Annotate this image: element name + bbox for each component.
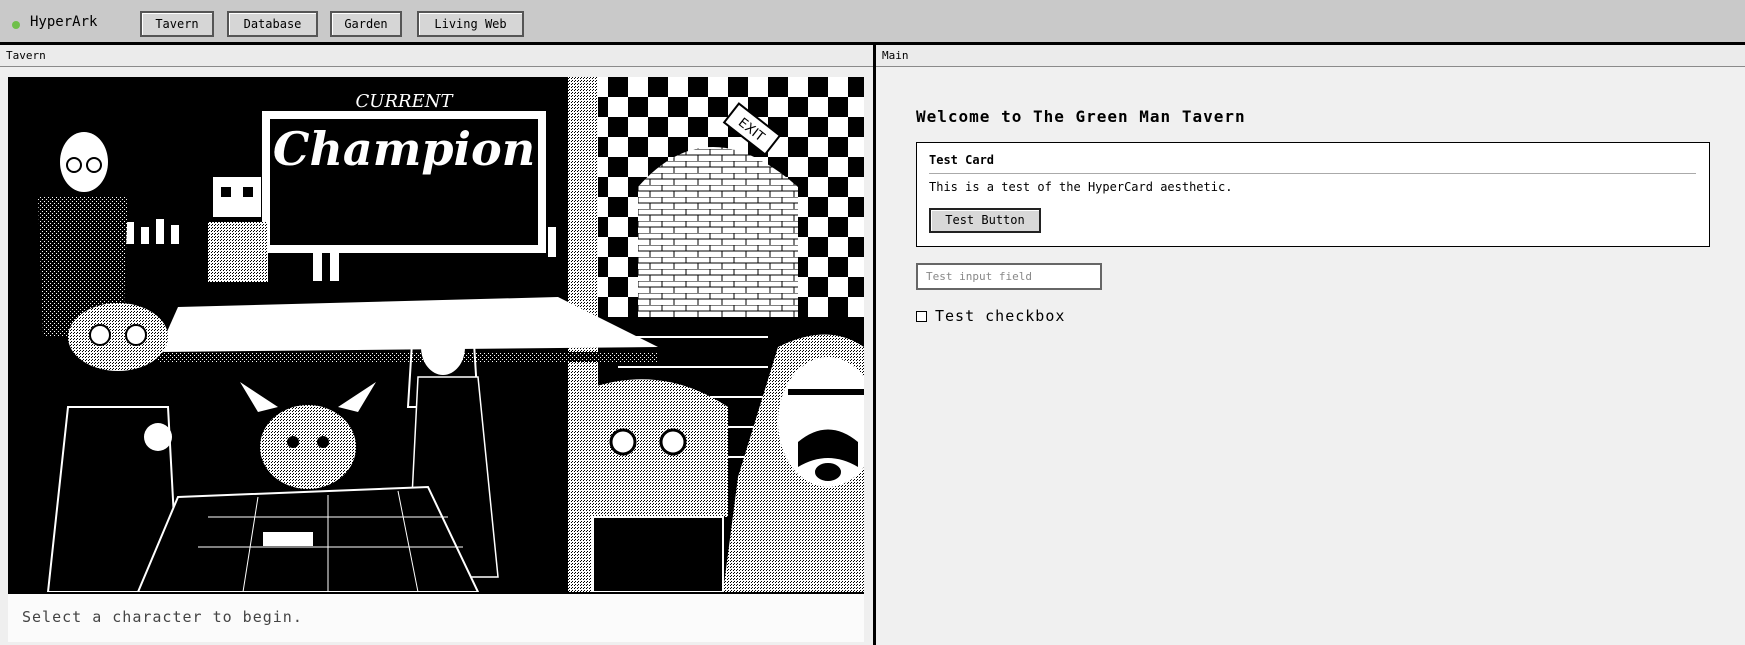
sign-main-text: Champion — [273, 122, 535, 176]
test-checkbox-row[interactable]: Test checkbox — [916, 307, 1065, 325]
tavern-scene-image[interactable]: EXIT CURRENT Champion — [8, 77, 864, 594]
test-card: Test Card This is a test of the HyperCar… — [916, 142, 1710, 247]
test-button[interactable]: Test Button — [929, 208, 1041, 233]
tavern-status-text: Select a character to begin. — [8, 594, 864, 642]
champion-sign: CURRENT Champion — [262, 91, 546, 253]
top-toolbar: HyperArk Tavern Database Garden Living W… — [0, 0, 1745, 45]
welcome-heading: Welcome to The Green Man Tavern — [916, 107, 1246, 126]
robot-figure — [208, 177, 268, 282]
nav-tavern-button[interactable]: Tavern — [140, 11, 214, 37]
card-text: This is a test of the HyperCard aestheti… — [929, 180, 1233, 194]
sign-top-text: CURRENT — [356, 91, 455, 112]
main-pane-title: Main — [876, 45, 1745, 67]
test-checkbox-label[interactable]: Test checkbox — [935, 307, 1065, 325]
tavern-pane: Tavern EXIT CURRENT Champion Select a ch… — [0, 45, 873, 645]
app-logo-icon — [12, 21, 20, 29]
card-title: Test Card — [929, 153, 995, 167]
app-name: HyperArk — [30, 14, 98, 30]
card-divider — [929, 173, 1696, 174]
nav-database-button[interactable]: Database — [227, 11, 318, 37]
nav-garden-button[interactable]: Garden — [330, 11, 402, 37]
test-input-field[interactable] — [916, 263, 1102, 290]
main-pane: Main Welcome to The Green Man Tavern Tes… — [876, 45, 1745, 645]
test-checkbox[interactable] — [916, 310, 927, 322]
tavern-pane-title: Tavern — [0, 45, 873, 67]
nav-living-web-button[interactable]: Living Web — [417, 11, 524, 37]
pug-creature-figure — [568, 379, 728, 592]
app-brand: HyperArk — [12, 14, 97, 30]
